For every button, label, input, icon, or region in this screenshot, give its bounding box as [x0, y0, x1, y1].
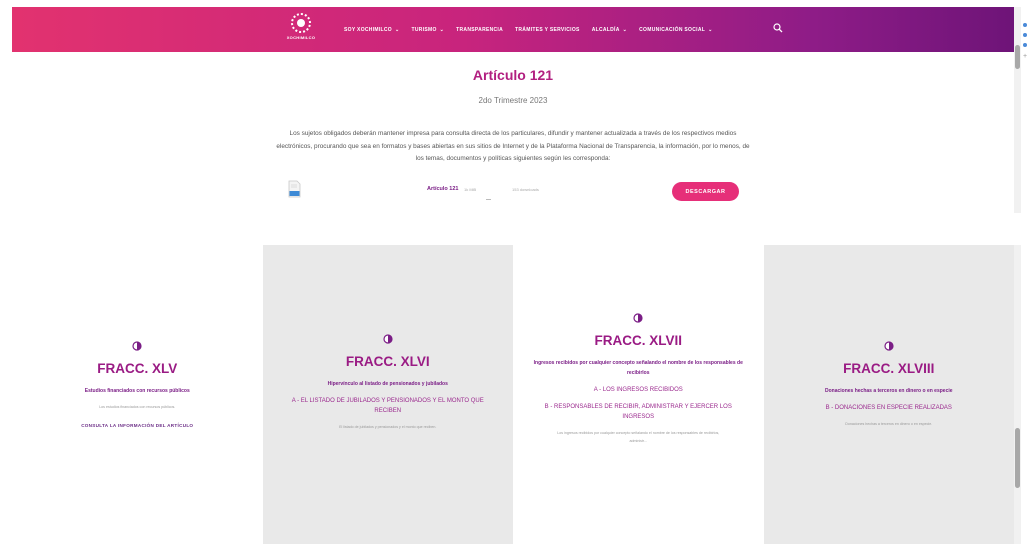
card-fracc-xlvii[interactable]: FRACC. XLVII Ingresos recibidos por cual… — [513, 245, 764, 544]
scrollbar-thumb[interactable] — [1015, 428, 1020, 488]
browser-side-panel: + — [1023, 23, 1029, 61]
chevron-down-icon: ⌄ — [622, 26, 628, 33]
navbar: XOCHIMILCO SOY XOCHIMILCO ⌄ TURISMO ⌄ TR… — [12, 7, 1014, 52]
half-circle-icon — [633, 313, 643, 323]
fraction-cards: FRACC. XLV Estudios financiados con recu… — [12, 245, 1014, 544]
flower-logo-icon — [291, 13, 311, 33]
card-item-link[interactable]: A - LOS INGRESOS RECIBIDOS — [513, 385, 764, 395]
nav-item-alcaldia[interactable]: ALCALDÍA ⌄ — [592, 27, 627, 33]
site-logo[interactable]: XOCHIMILCO — [282, 13, 320, 47]
card-title: FRACC. XLVII — [594, 333, 683, 348]
page-top-section: XOCHIMILCO SOY XOCHIMILCO ⌄ TURISMO ⌄ TR… — [12, 7, 1014, 213]
card-item-link[interactable]: B - DONACIONES EN ESPECIE REALIZADAS — [764, 403, 1015, 413]
search-icon[interactable] — [773, 23, 783, 33]
nav-item-transparencia[interactable]: TRANSPARENCIA — [456, 27, 503, 33]
chevron-down-icon: ⌄ — [395, 26, 400, 33]
logo-text: XOCHIMILCO — [286, 35, 316, 40]
nav-item-comunicacion-social[interactable]: COMUNICACIÓN SOCIAL ⌄ — [639, 27, 712, 33]
card-description: Hipervínculo al listado de pensionados y… — [327, 381, 448, 387]
card-fracc-xlv[interactable]: FRACC. XLV Estudios financiados con recu… — [12, 245, 263, 544]
card-fracc-xlvi[interactable]: FRACC. XLVI Hipervínculo al listado de p… — [262, 245, 514, 544]
card-note: Los estudios financiados con recursos pú… — [99, 405, 176, 409]
card-title: FRACC. XLVIII — [843, 361, 935, 376]
extension-icon[interactable] — [1023, 43, 1027, 47]
download-button[interactable]: DESCARGAR — [672, 182, 739, 201]
scrollbar[interactable] — [1014, 7, 1021, 213]
card-description: Estudios financiados con recursos públic… — [84, 388, 190, 394]
half-circle-icon — [383, 334, 393, 344]
nav-item-tramites-servicios[interactable]: TRÁMITES Y SERVICIOS — [515, 27, 580, 33]
plus-icon[interactable]: + — [1023, 53, 1029, 61]
nav-label: COMUNICACIÓN SOCIAL — [639, 26, 706, 33]
scrollbar[interactable] — [1014, 245, 1021, 544]
half-circle-icon — [132, 341, 142, 351]
article-description: Los sujetos obligados deberán mantener i… — [276, 130, 750, 162]
consult-article-link[interactable]: CONSULTA LA INFORMACIÓN DEL ARTÍCULO — [12, 423, 263, 428]
nav-label: ALCALDÍA — [591, 26, 620, 33]
card-description: Ingresos recibidos por cualquier concept… — [533, 360, 743, 376]
extension-icon[interactable] — [1023, 23, 1027, 27]
nav-label: TURISMO — [411, 26, 437, 33]
card-item-link[interactable]: A - EL LISTADO DE JUBILADOS Y PENSIONADO… — [263, 396, 514, 416]
page-subtitle: 2do Trimestre 2023 — [478, 96, 548, 105]
card-note: Los ingresos recibidos por cualquier con… — [557, 431, 720, 443]
card-note: El listado de jubilados y pensionados y … — [339, 425, 437, 429]
file-size: 1k MiB — [464, 187, 477, 192]
file-name[interactable]: Artículo 121 — [427, 186, 458, 192]
scrollbar-thumb[interactable] — [1015, 45, 1020, 69]
chevron-down-icon: ⌄ — [439, 26, 445, 33]
extension-icon[interactable] — [1023, 33, 1027, 37]
half-circle-icon — [884, 341, 894, 351]
divider — [486, 199, 491, 200]
nav-label: TRÁMITES Y SERVICIOS — [515, 26, 580, 33]
nav-item-soy-xochimilco[interactable]: SOY XOCHIMILCO ⌄ — [344, 27, 400, 33]
card-title: FRACC. XLVI — [345, 354, 430, 369]
nav-label: SOY XOCHIMILCO — [344, 26, 393, 33]
card-item-link[interactable]: B - RESPONSABLES DE RECIBIR, ADMINISTRAR… — [513, 402, 764, 422]
document-icon — [288, 180, 301, 198]
nav-item-turismo[interactable]: TURISMO ⌄ — [412, 27, 445, 33]
file-downloads: 153 downloads — [512, 187, 539, 192]
chevron-down-icon: ⌄ — [708, 26, 713, 33]
nav-menu: SOY XOCHIMILCO ⌄ TURISMO ⌄ TRANSPARENCIA… — [344, 7, 725, 52]
nav-label: TRANSPARENCIA — [456, 26, 504, 33]
card-fracc-xlviii[interactable]: FRACC. XLVIII Donaciones hechas a tercer… — [763, 245, 1015, 544]
page-title: Artículo 121 — [472, 67, 554, 83]
card-note: Donaciones hechas a terceros en dinero o… — [845, 422, 933, 426]
card-description: Donaciones hechas a terceros en dinero o… — [824, 388, 953, 394]
card-title: FRACC. XLV — [97, 361, 178, 376]
